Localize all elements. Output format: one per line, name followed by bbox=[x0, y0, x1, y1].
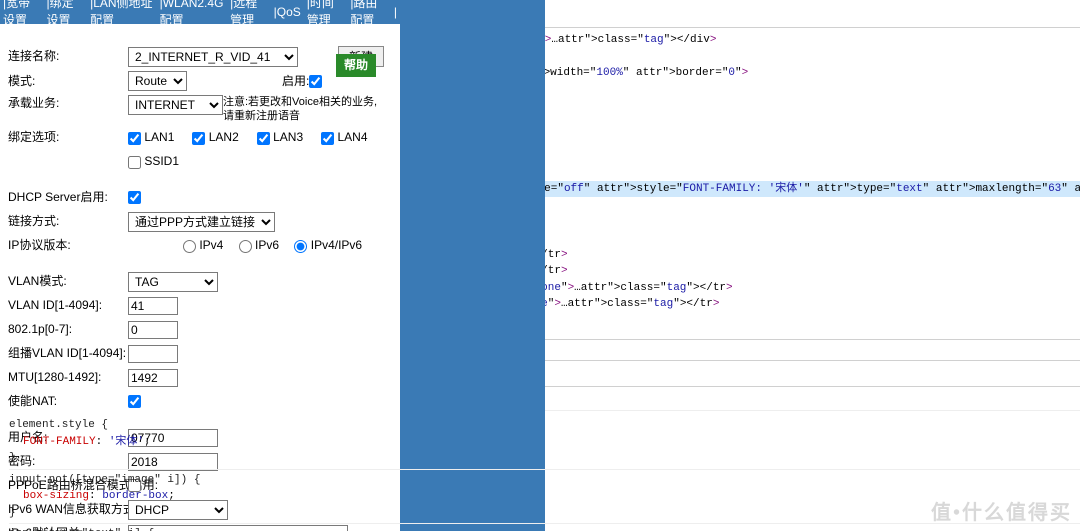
ipver-radios: IPv4 IPv6 IPv4/IPv6 bbox=[183, 237, 374, 254]
styles-pane[interactable]: element.style {FONT-FAMILY: '宋体';}用户代理样式… bbox=[1, 411, 1080, 531]
link-label: 链接方式: bbox=[8, 213, 128, 230]
router-tab-5[interactable]: |QoS bbox=[271, 4, 304, 21]
help-button[interactable]: 帮助 bbox=[336, 54, 376, 77]
vlanid-label: VLAN ID[1-4094]: bbox=[8, 297, 128, 314]
router-tab-2[interactable]: |LAN侧地址配置 bbox=[87, 0, 157, 29]
bind-LAN3-label: LAN3 bbox=[273, 130, 303, 144]
mode-label: 模式: bbox=[8, 73, 128, 90]
bind-ssid1-label: SSID1 bbox=[144, 154, 179, 168]
router-tab-4[interactable]: |远程管理 bbox=[227, 0, 271, 29]
ipver-ipv6[interactable]: IPv6 bbox=[239, 238, 279, 252]
service-label: 承载业务: bbox=[8, 95, 128, 112]
router-tabbar: |宽带设置|绑定设置|LAN侧地址配置|WLAN2.4G配置|远程管理|QoS|… bbox=[0, 0, 400, 24]
enable-label: 启用: bbox=[282, 73, 309, 90]
ipver-ipv6-radio[interactable] bbox=[239, 240, 252, 253]
ipver-ipv4-radio[interactable] bbox=[183, 240, 196, 253]
bind-LAN4-checkbox[interactable] bbox=[321, 132, 334, 145]
conn-name-label: 连接名称: bbox=[8, 48, 128, 65]
bind-ssid1-checkbox[interactable] bbox=[128, 156, 141, 169]
mtu-label: MTU[1280-1492]: bbox=[8, 369, 128, 386]
link-select[interactable]: 通过PPP方式建立链接 bbox=[128, 212, 275, 232]
ipver-label: IP协议版本: bbox=[8, 237, 128, 254]
bind-LAN4-label: LAN4 bbox=[337, 130, 367, 144]
nat-label: 使能NAT: bbox=[8, 393, 128, 410]
router-tab-7[interactable]: |路由配置 bbox=[347, 0, 391, 29]
dhcp-checkbox[interactable] bbox=[128, 191, 141, 204]
vlanmode-label: VLAN模式: bbox=[8, 273, 128, 290]
router-tab-3[interactable]: |WLAN2.4G配置 bbox=[157, 0, 227, 29]
watermark: 值•什么值得买 bbox=[931, 499, 1072, 527]
bind-LAN3-checkbox[interactable] bbox=[257, 132, 270, 145]
bind-LAN2-checkbox[interactable] bbox=[192, 132, 205, 145]
enable-checkbox[interactable] bbox=[309, 75, 322, 88]
dot1p-label: 802.1p[0-7]: bbox=[8, 321, 128, 338]
vlanid-input[interactable] bbox=[128, 297, 178, 315]
router-tab-6[interactable]: |时间管理 bbox=[304, 0, 348, 29]
bind-LAN2-label: LAN2 bbox=[209, 130, 239, 144]
bind-LAN1-label: LAN1 bbox=[144, 130, 174, 144]
dhcp-label: DHCP Server启用: bbox=[8, 189, 128, 206]
bind-label: 绑定选项: bbox=[8, 129, 128, 146]
mode-select[interactable]: Route bbox=[128, 71, 187, 91]
bind-LAN1-checkbox[interactable] bbox=[128, 132, 141, 145]
css-rule[interactable]: 用户代理样式表input[type="text" i] {padding: ▸ … bbox=[9, 524, 1080, 531]
css-rule[interactable]: 用户代理样式表input:not([type="image" i]) {box-… bbox=[9, 470, 1080, 525]
mvlan-label: 组播VLAN ID[1-4094]: bbox=[8, 345, 128, 362]
vlanmode-select[interactable]: TAG bbox=[128, 272, 218, 292]
conn-name-select[interactable]: 2_INTERNET_R_VID_41 bbox=[128, 47, 298, 67]
dot1p-input[interactable] bbox=[128, 321, 178, 339]
router-tab-1[interactable]: |绑定设置 bbox=[44, 0, 88, 29]
css-rule[interactable]: element.style {FONT-FAMILY: '宋体';} bbox=[9, 415, 1080, 470]
mtu-input[interactable] bbox=[128, 369, 178, 387]
ipver-ipv4[interactable]: IPv4 bbox=[183, 238, 223, 252]
mvlan-input[interactable] bbox=[128, 345, 178, 363]
router-tab-0[interactable]: |宽带设置 bbox=[0, 0, 44, 29]
service-select[interactable]: INTERNET bbox=[128, 95, 223, 115]
ipver-dual[interactable]: IPv4/IPv6 bbox=[294, 238, 362, 252]
nat-checkbox[interactable] bbox=[128, 395, 141, 408]
ipver-dual-radio[interactable] bbox=[294, 240, 307, 253]
service-note: 注意:若更改和Voice相关的业务,请重新注册语音 bbox=[223, 95, 383, 124]
